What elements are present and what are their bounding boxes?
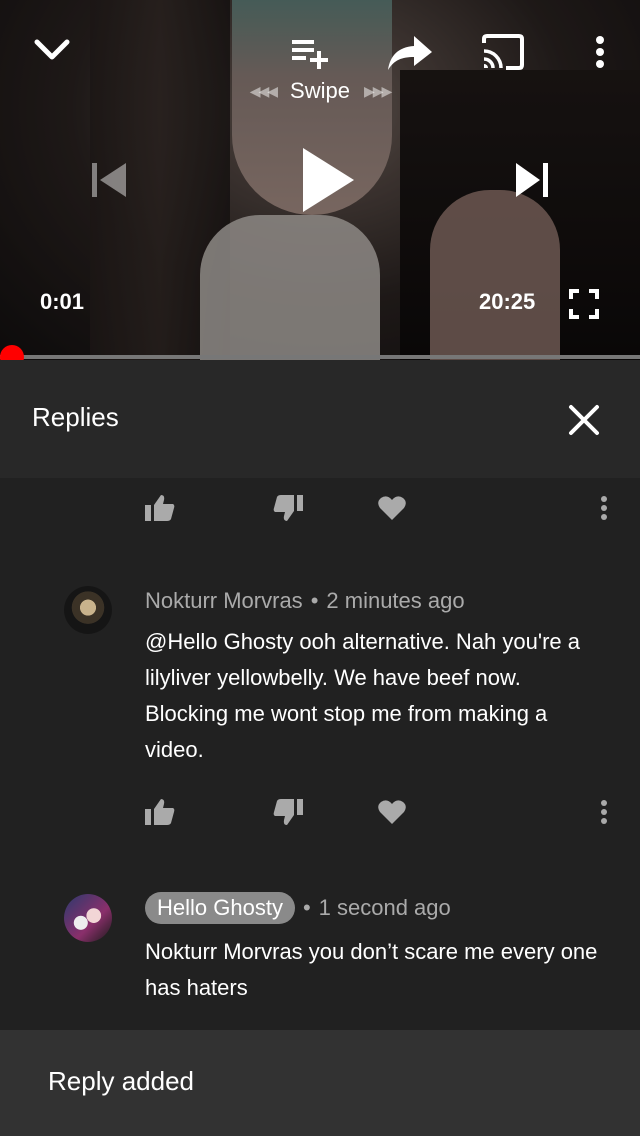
heart-button[interactable] [372, 488, 412, 528]
skip-previous-icon [92, 163, 126, 197]
skip-next-icon [516, 163, 548, 197]
thumb-down-icon [273, 495, 303, 521]
chevron-down-icon [34, 39, 70, 60]
heart-button[interactable] [372, 792, 412, 832]
add-to-queue-icon [292, 40, 328, 69]
dislike-button[interactable] [268, 792, 308, 832]
fullscreen-button[interactable] [566, 286, 602, 322]
close-icon [569, 405, 599, 435]
comment-time: 1 second ago [318, 895, 451, 920]
current-time: 0:01 [40, 289, 85, 314]
comment-menu-button[interactable] [584, 792, 624, 832]
avatar[interactable] [64, 894, 112, 942]
swipe-hint: ◀◀◀ Swipe ▶▶▶ [220, 78, 420, 104]
close-replies-button[interactable] [564, 400, 604, 440]
more-vert-icon [596, 36, 604, 68]
more-vert-icon [601, 800, 607, 824]
video-player[interactable]: ◀◀◀ Swipe ▶▶▶ 0:01 20:25 [0, 0, 640, 360]
like-button[interactable] [140, 792, 180, 832]
more-options-button[interactable] [584, 30, 616, 74]
heart-icon [378, 496, 406, 520]
list-item: Hello Ghosty • 1 second ago Nokturr Morv… [0, 890, 640, 1030]
cast-button[interactable] [478, 30, 528, 74]
list-item: Nokturr Morvras • 2 minutes ago @Hello G… [0, 582, 640, 802]
comment-author-chip[interactable]: Hello Ghosty [145, 892, 295, 924]
swipe-left-arrows: ◀◀◀ [249, 82, 278, 99]
comment-meta: Hello Ghosty • 1 second ago [145, 892, 451, 924]
comment-actions [0, 792, 640, 832]
add-to-queue-button[interactable] [286, 32, 334, 72]
heart-icon [378, 800, 406, 824]
duration: 20:25 [479, 289, 536, 314]
minimize-button[interactable] [28, 28, 76, 72]
progress-bar[interactable] [0, 345, 640, 360]
swipe-right-arrows: ▶▶▶ [363, 82, 392, 99]
replies-list[interactable]: Nokturr Morvras • 2 minutes ago @Hello G… [0, 478, 640, 1030]
comment-meta: Nokturr Morvras • 2 minutes ago [145, 588, 465, 614]
comment-author[interactable]: Nokturr Morvras [145, 588, 303, 614]
share-button[interactable] [384, 28, 436, 76]
meta-separator: • [302, 895, 311, 920]
share-icon [388, 36, 432, 70]
dislike-button[interactable] [268, 488, 308, 528]
snackbar: Reply added [0, 1030, 640, 1136]
like-button[interactable] [140, 488, 180, 528]
thumb-up-icon [145, 495, 175, 521]
comment-actions [0, 488, 640, 528]
snackbar-message: Reply added [48, 1066, 194, 1096]
previous-button[interactable] [84, 156, 132, 204]
comment-text: Nokturr Morvras you don’t scare me every… [145, 939, 598, 1000]
cast-icon [482, 34, 524, 70]
comment-time: 2 minutes ago [326, 588, 465, 613]
play-button[interactable] [292, 140, 362, 220]
meta-separator: • [310, 588, 319, 613]
comment-menu-button[interactable] [584, 488, 624, 528]
more-vert-icon [601, 496, 607, 520]
replies-title: Replies [32, 402, 119, 432]
play-icon [303, 148, 354, 212]
replies-header: Replies [0, 360, 640, 478]
comment-text: @Hello Ghosty ooh alternative. Nah you'r… [145, 629, 580, 762]
swipe-label: Swipe [290, 78, 350, 103]
fullscreen-icon [569, 289, 599, 319]
thumb-up-icon [145, 799, 175, 825]
avatar[interactable] [64, 586, 112, 634]
thumb-down-icon [273, 799, 303, 825]
next-button[interactable] [508, 156, 556, 204]
